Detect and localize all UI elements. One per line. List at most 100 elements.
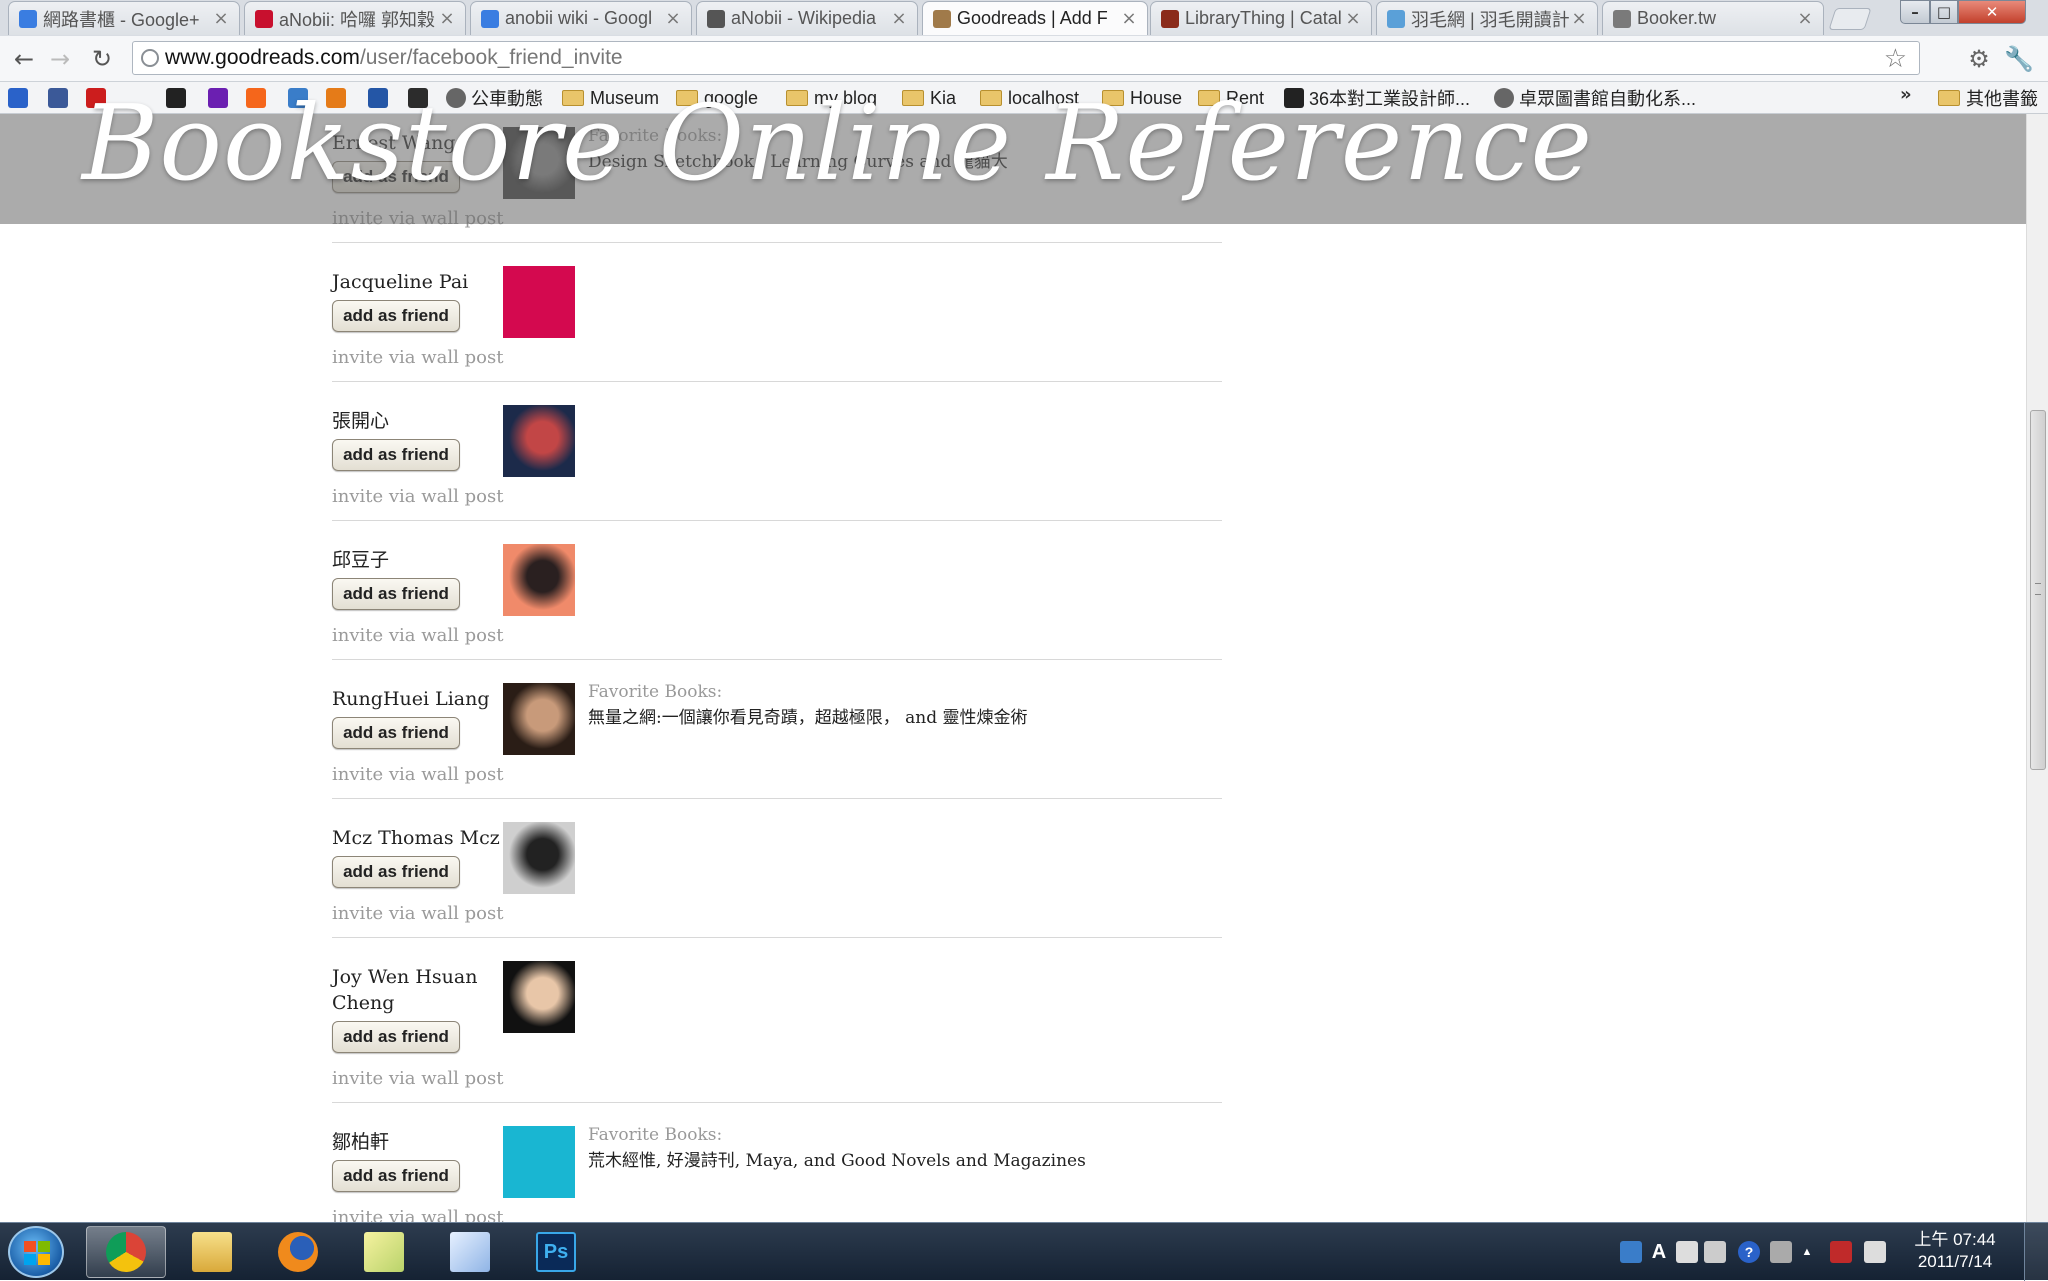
start-button[interactable] [8,1226,64,1278]
browser-tab[interactable]: aNobii - Wikipedia × [696,1,918,35]
scrollbar-thumb[interactable] [2030,410,2046,770]
browser-tab[interactable]: aNobii: 哈囉 郭知穀 × [244,1,466,35]
clock-date: 2011/7/14 [1917,1252,1993,1271]
tab-title: Booker.tw [1637,8,1717,28]
close-window-button[interactable]: ✕ [1958,0,2026,24]
add-as-friend-button[interactable]: add as friend [332,439,460,471]
bookmarks-overflow-chevron-icon[interactable]: » [1900,84,1912,105]
invite-via-wall-post-link[interactable]: invite via wall post [332,347,503,368]
friend-name[interactable]: 張開心 [332,408,502,434]
favorite-books-list[interactable]: 無量之網:一個讓你看見奇蹟，超越極限， and 靈性煉金術 [588,703,1028,728]
taskbar-app[interactable] [344,1226,424,1278]
friend-name[interactable]: Mcz Thomas Mcz [332,825,502,851]
goodreads-icon [933,10,951,28]
close-tab-icon[interactable]: × [665,8,681,29]
layout-icon[interactable] [1676,1241,1698,1263]
photoshop-icon: Ps [536,1232,576,1272]
taskbar-app[interactable] [258,1226,338,1278]
friend-avatar[interactable] [503,822,575,894]
show-hidden-icon[interactable]: ▲ [1796,1241,1818,1263]
maximize-button[interactable]: □ [1930,0,1958,24]
browser-tab[interactable]: 網路書櫃 - Google+ × [8,1,240,35]
browser-tab[interactable]: LibraryThing | Catal × [1150,1,1372,35]
invite-via-wall-post-link[interactable]: invite via wall post [332,208,503,229]
show-desktop-button[interactable] [2024,1223,2048,1281]
page-menu-gear-icon[interactable]: ⚙ [1964,44,1994,74]
favorite-books-label: Favorite Books: [588,682,723,702]
friend-row: RungHuei Liang add as friend invite via wa… [332,660,1222,799]
bookmark-star-icon[interactable]: ☆ [1884,44,1907,74]
wikipedia-icon [707,10,725,28]
browser-tab[interactable]: anobii wiki - Googl × [470,1,692,35]
add-as-friend-button[interactable]: add as friend [332,1160,460,1192]
friend-avatar[interactable] [503,405,575,477]
friend-avatar[interactable] [503,683,575,755]
ime-icon[interactable] [1620,1241,1642,1263]
friend-avatar[interactable] [503,1126,575,1198]
add-as-friend-button[interactable]: add as friend [332,856,460,888]
invite-via-wall-post-link[interactable]: invite via wall post [332,486,503,507]
browser-tab[interactable]: Booker.tw × [1602,1,1824,35]
invite-via-wall-post-link[interactable]: invite via wall post [332,903,503,924]
add-as-friend-button[interactable]: add as friend [332,300,460,332]
invite-via-wall-post-link[interactable]: invite via wall post [332,1207,503,1222]
close-tab-icon[interactable]: × [1345,8,1361,29]
favorite-books-list[interactable]: 荒木經惟, 好漫詩刊, Maya, and Good Novels and Ma… [588,1146,1086,1171]
browser-tab[interactable]: Goodreads | Add F × [922,1,1148,35]
url-path: /user/facebook_friend_invite [359,46,623,69]
friend-avatar[interactable] [503,961,575,1033]
taskbar-app[interactable] [430,1226,510,1278]
layout2-icon[interactable] [1704,1241,1726,1263]
friend-name[interactable]: RungHuei Liang [332,686,502,712]
friend-name[interactable]: 鄒柏軒 [332,1129,502,1155]
friend-row: Jacqueline Pai add as friend invite via wa… [332,243,1222,382]
star-bookmark-icon [8,88,28,108]
overlay-title: Bookstore Online Reference [82,82,1594,204]
back-arrow-icon[interactable]: ← [10,45,38,73]
friend-row: 鄒柏軒 add as friend invite via wall post Favo… [332,1103,1222,1222]
add-as-friend-button[interactable]: add as friend [332,1021,460,1053]
notepad-icon [450,1232,490,1272]
friend-row: Mcz Thomas Mcz add as friend invite via wa… [332,799,1222,938]
browser-toolbar: ← → ↻ www.goodreads.com/user/facebook_fr… [0,36,2048,82]
network-icon[interactable] [1864,1241,1886,1263]
invite-via-wall-post-link[interactable]: invite via wall post [332,764,503,785]
add-as-friend-button[interactable]: add as friend [332,578,460,610]
bookmark-item[interactable] [48,86,73,110]
font-a-icon[interactable]: A [1648,1241,1670,1263]
taskbar-app[interactable] [172,1226,252,1278]
friend-name[interactable]: 邱豆子 [332,547,502,573]
minimize-button[interactable]: – [1900,0,1930,24]
invite-via-wall-post-link[interactable]: invite via wall post [332,1068,503,1089]
address-bar[interactable]: www.goodreads.com/user/facebook_friend_i… [132,41,1920,75]
system-clock[interactable]: 上午 07:44 2011/7/14 [1900,1229,2010,1273]
tab-title: aNobii - Wikipedia [731,8,877,28]
browser-tab[interactable]: 羽毛網 | 羽毛開讀計 × [1376,1,1598,35]
reload-icon[interactable]: ↻ [88,45,116,73]
new-tab-button[interactable] [1828,8,1872,30]
wrench-icon[interactable]: 🔧 [2004,44,2034,74]
vertical-scrollbar[interactable] [2026,114,2048,1222]
friend-avatar[interactable] [503,266,575,338]
tab-strip: 網路書櫃 - Google+ × aNobii: 哈囉 郭知穀 × anobii wik… [0,0,2048,36]
close-tab-icon[interactable]: × [1121,8,1137,29]
taskbar-app[interactable]: Ps [516,1226,596,1278]
taskbar-app[interactable] [86,1226,166,1278]
close-tab-icon[interactable]: × [891,8,907,29]
friend-name[interactable]: Jacqueline Pai [332,269,502,295]
close-tab-icon[interactable]: × [213,8,229,29]
other-bookmarks[interactable]: 其他書籤 [1938,86,2038,110]
close-tab-icon[interactable]: × [1797,8,1813,29]
add-as-friend-button[interactable]: add as friend [332,717,460,749]
friend-avatar[interactable] [503,544,575,616]
close-tab-icon[interactable]: × [1571,8,1587,29]
invite-via-wall-post-link[interactable]: invite via wall post [332,625,503,646]
close-tab-icon[interactable]: × [439,8,455,29]
bookmark-item[interactable] [8,86,33,110]
friend-name[interactable]: Joy Wen Hsuan Cheng [332,964,502,1016]
anobii-icon [255,10,273,28]
expand-icon[interactable] [1770,1241,1792,1263]
action-center-icon[interactable] [1830,1241,1852,1263]
help-icon[interactable]: ? [1738,1241,1760,1263]
forward-arrow-icon[interactable]: → [46,45,74,73]
